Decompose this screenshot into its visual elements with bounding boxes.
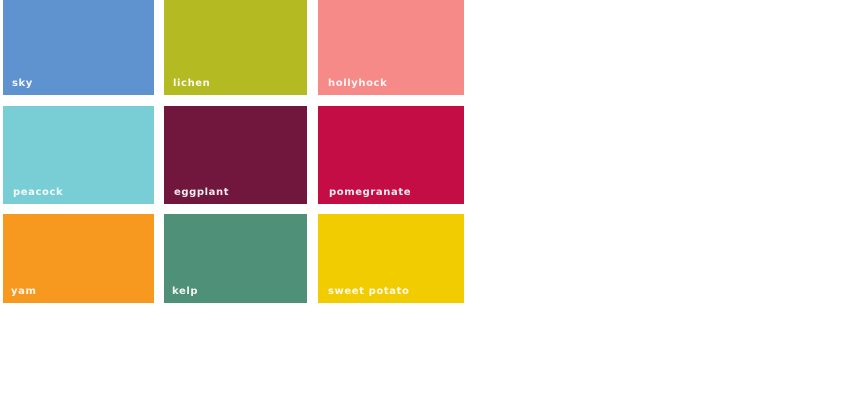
swatch-eggplant[interactable]: eggplant: [164, 106, 307, 204]
swatch-sky[interactable]: sky: [3, 0, 154, 95]
swatch-hollyhock[interactable]: hollyhock: [318, 0, 464, 95]
swatch-label: pomegranate: [329, 187, 412, 198]
swatch-label: hollyhock: [328, 78, 388, 89]
swatch-label: yam: [11, 286, 37, 297]
swatch-pomegranate[interactable]: pomegranate: [318, 106, 464, 204]
swatch-label: peacock: [13, 187, 64, 198]
swatch-label: lichen: [173, 78, 211, 89]
swatch-kelp[interactable]: kelp: [164, 214, 307, 303]
swatch-sweet-potato[interactable]: sweet potato: [318, 214, 464, 303]
swatch-label: sweet potato: [328, 286, 410, 297]
swatch-lichen[interactable]: lichen: [164, 0, 307, 95]
swatch-peacock[interactable]: peacock: [3, 106, 154, 204]
swatch-label: sky: [12, 78, 33, 89]
swatch-label: kelp: [172, 286, 199, 297]
swatch-yam[interactable]: yam: [3, 214, 154, 303]
swatch-label: eggplant: [174, 187, 230, 198]
